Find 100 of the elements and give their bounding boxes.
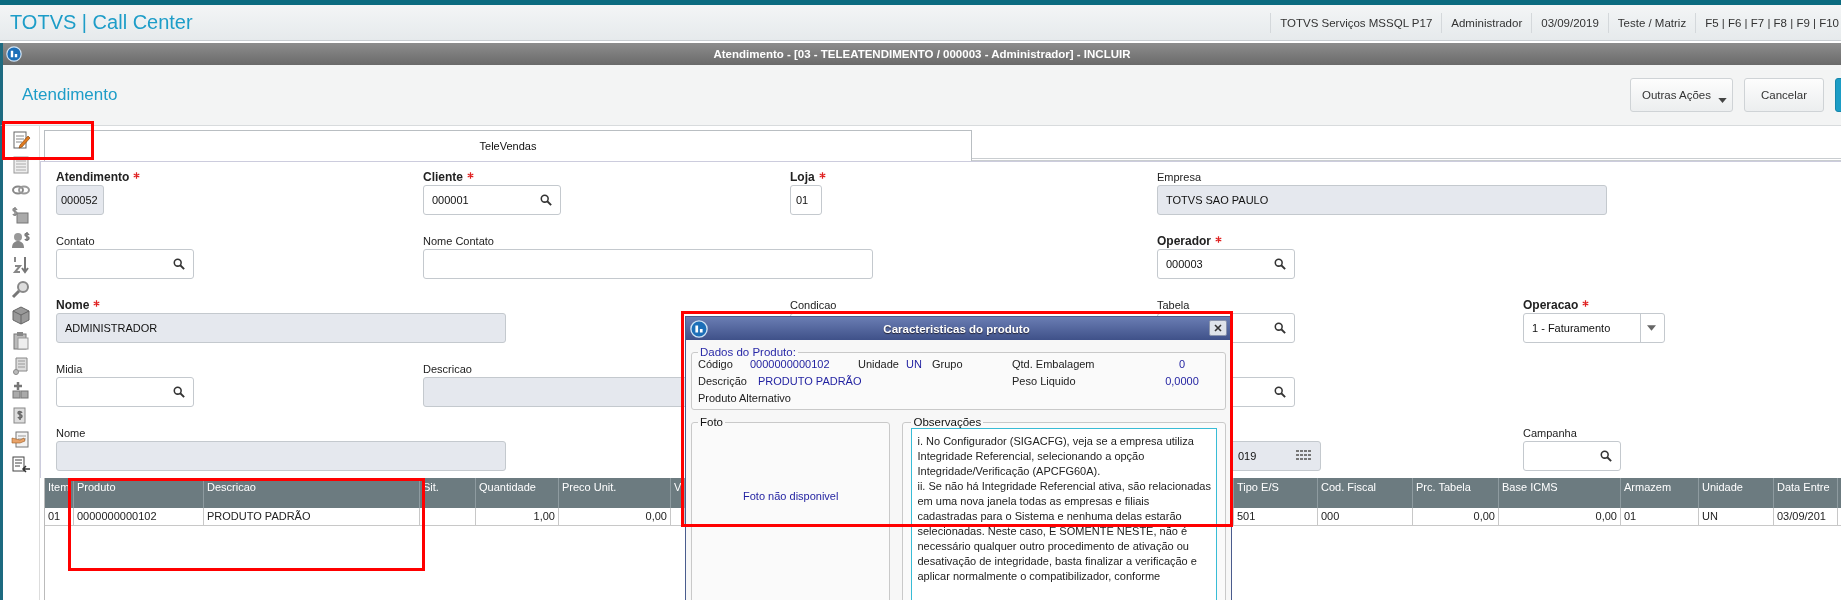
column-header[interactable]: Base ICMS [1499, 478, 1621, 508]
tab[interactable]: TeleVendas [44, 130, 972, 161]
cancel-button[interactable]: Cancelar [1744, 78, 1824, 112]
list-arrow-icon[interactable] [11, 455, 31, 475]
page-title: Atendimento [21, 85, 118, 105]
notes-text-area[interactable]: i. No Configurador (SIGACFG), veja se a empresa utiliza Integridade Referencial, selecionando a opção Integridade/Verificação (APCFG60A). ii. Se não há Integridade Referencial ativa, são relacionadas em uma nova janela todas as empresas e filiais cadastradas para o Sistema e nenhuma delas estarão selecionadas. Neste caso, E SOMENTE NESTE, não é necessário qualquer outro procedimento de ativação ou desativação de integridade, basta finalizar a verificação e aplicar normalmente o compatibilizador, conforme [911, 428, 1217, 600]
field-value: PRODUTO PADRÃO [757, 375, 863, 387]
field-label: Código [698, 358, 734, 370]
required-icon [133, 171, 141, 179]
notepad-icon[interactable] [11, 130, 31, 150]
input-field[interactable]: 01 [790, 185, 822, 215]
field-label: Midia [56, 363, 83, 375]
field-label: Unidade [858, 358, 900, 370]
column-header[interactable]: Preco Unit. [559, 478, 671, 508]
close-icon[interactable] [1214, 324, 1222, 332]
column-header[interactable]: Data Entre [1774, 478, 1838, 508]
input-field[interactable]: 000003 [1157, 249, 1295, 279]
field-label: Loja [790, 170, 815, 184]
required-icon [467, 171, 474, 179]
field-label: Campanha [1523, 427, 1577, 439]
input-field[interactable] [423, 249, 873, 279]
field-label: Operacao [1523, 298, 1579, 312]
table-cell: PRODUTO PADRÃO [204, 508, 420, 525]
column-header[interactable]: Quantidade [476, 478, 559, 508]
column-header[interactable]: Armazem [1621, 478, 1699, 508]
group-legend: Observações [911, 416, 984, 428]
field-label: Contato [56, 235, 95, 247]
field-label: Nome [56, 298, 90, 312]
table-cell: 0,00 [1413, 508, 1499, 525]
column-header[interactable]: Unidade [1699, 478, 1774, 508]
column-header[interactable]: Tipo E/S [1234, 478, 1318, 508]
field-value: 0 [1177, 358, 1187, 370]
status-info: F5 | F6 | F7 | F8 | F9 | F10 [1695, 12, 1841, 33]
column-header[interactable]: Descricao [204, 478, 420, 508]
calendar-icon[interactable] [1296, 450, 1312, 462]
input-field[interactable]: 000052 [56, 185, 104, 215]
money-box-icon[interactable] [11, 205, 31, 225]
table-cell: 0,00 [1499, 508, 1621, 525]
table-cell: 03/09/201 [1774, 508, 1838, 525]
table-cell: 501 [1234, 508, 1318, 525]
logo-icon [6, 46, 22, 62]
caret-icon[interactable] [1647, 325, 1656, 331]
table-cell: 01 [1621, 508, 1699, 525]
field-value: 0000000000102 [750, 358, 831, 370]
box-icon[interactable] [11, 305, 31, 325]
required-icon [1582, 299, 1590, 307]
input-field[interactable] [56, 249, 194, 279]
table-cell: UN [1699, 508, 1774, 525]
search-icon[interactable] [173, 258, 185, 270]
caret-icon[interactable] [1718, 98, 1727, 103]
column-header[interactable]: Produto [74, 478, 204, 508]
sort-icon[interactable] [11, 255, 31, 275]
table-cell: 01 [45, 508, 74, 525]
table-cell: 0000000000102 [74, 508, 204, 525]
group-legend: Foto [698, 416, 725, 428]
group-legend: Dados do Produto: [698, 346, 798, 358]
field-label: Cliente [423, 170, 463, 184]
search-icon[interactable] [1274, 322, 1286, 334]
field-label: Operador [1157, 234, 1211, 248]
search-icon[interactable] [1600, 450, 1612, 462]
status-info: 03/09/2019 [1531, 12, 1608, 33]
input-field[interactable]: 000001 [423, 185, 561, 215]
field-label: Nome Contato [423, 235, 494, 247]
search-icon[interactable] [1274, 258, 1286, 270]
required-icon [93, 299, 101, 307]
field-value: UN [906, 358, 923, 370]
hand-document-icon[interactable] [11, 430, 31, 450]
required-icon [1215, 235, 1222, 243]
boxes-plus-icon[interactable] [11, 380, 31, 400]
field-label: Qtd. Embalagem [1012, 358, 1096, 370]
column-header[interactable]: Prc. Tabela [1413, 478, 1499, 508]
field-label: Produto Alternativo [698, 392, 792, 404]
close-button[interactable] [1209, 320, 1227, 336]
input-field[interactable] [56, 441, 506, 471]
app-title: TOTVS | Call Center [9, 11, 193, 34]
search-icon[interactable] [1274, 386, 1286, 398]
status-info: Administrador [1441, 12, 1532, 33]
input-field[interactable] [56, 377, 194, 407]
more-actions-button[interactable]: Outras Ações [1630, 78, 1733, 112]
search-icon[interactable] [173, 386, 185, 398]
column-header[interactable]: Cod. Fiscal [1318, 478, 1413, 508]
field-label: Tabela [1157, 299, 1190, 311]
required-icon [818, 171, 826, 179]
input-field[interactable]: ADMINISTRADOR [56, 313, 506, 343]
person-money-icon[interactable] [11, 230, 31, 250]
status-info: Teste / Matriz [1607, 12, 1696, 33]
input-field[interactable]: TOTVS SAO PAULO [1157, 185, 1607, 215]
table-cell: 0,00 [559, 508, 671, 525]
field-label: Peso Liquido [1012, 375, 1077, 387]
magnifier-icon[interactable] [11, 280, 31, 300]
input-field[interactable] [1523, 441, 1621, 471]
field-label: Grupo [932, 358, 964, 370]
field-value: 0,0000 [1164, 375, 1200, 387]
clipboard-icon[interactable] [11, 330, 31, 350]
field-label: Atendimento [56, 170, 130, 184]
logo-icon [690, 319, 708, 338]
dropdown-field[interactable]: 1 - Faturamento [1523, 313, 1665, 343]
table-cell: 000 [1318, 508, 1413, 525]
search-icon[interactable] [540, 194, 552, 206]
scroll-icon[interactable] [11, 355, 31, 375]
